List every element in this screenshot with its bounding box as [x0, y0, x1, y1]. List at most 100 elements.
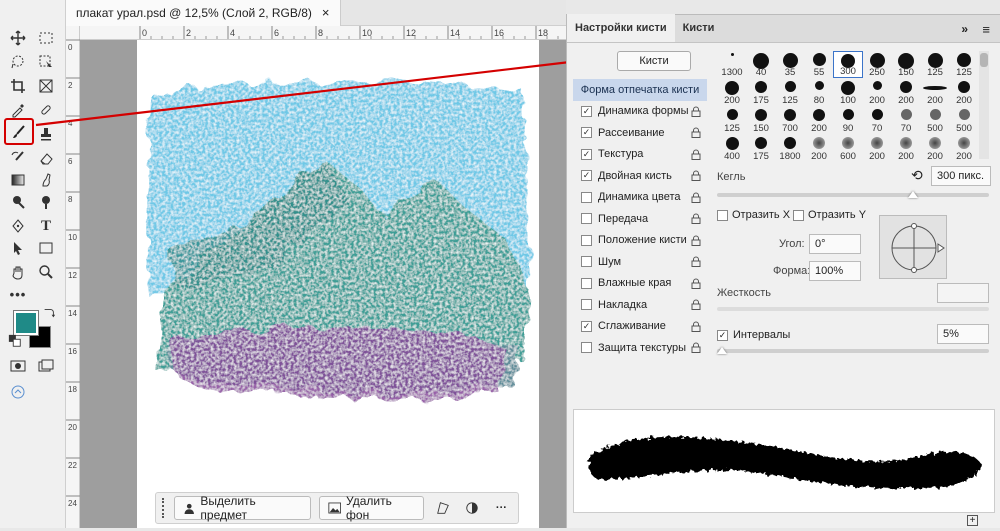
- select-subject-button[interactable]: Выделить предмет: [173, 494, 311, 522]
- brush-preset[interactable]: 40: [746, 51, 776, 78]
- brush-tip-grid[interactable]: 1300 40 35 55 300 250 150 125 125 200 175 125 80 100 2…: [717, 51, 979, 159]
- lock-icon[interactable]: [691, 106, 701, 117]
- tab-brushes[interactable]: Кисти: [675, 14, 723, 42]
- brush-preset[interactable]: 125: [775, 79, 805, 106]
- brush-preset[interactable]: 125: [949, 51, 979, 78]
- brush-preset[interactable]: 200: [862, 135, 892, 159]
- option-checkbox[interactable]: [581, 256, 592, 268]
- reset-size-icon[interactable]: ⟲: [911, 167, 923, 184]
- brush-preset[interactable]: 500: [920, 107, 950, 134]
- brush-preset[interactable]: 200: [862, 79, 892, 106]
- option-checkbox[interactable]: [581, 277, 592, 289]
- gradient-tool-icon[interactable]: [8, 170, 28, 190]
- history-brush-icon[interactable]: [8, 148, 28, 168]
- brush-preset[interactable]: 200: [804, 107, 834, 134]
- brush-preset[interactable]: 200: [804, 135, 834, 159]
- roundness-field[interactable]: 100%: [809, 261, 861, 281]
- spacing-slider-thumb[interactable]: [717, 347, 728, 354]
- brush-preset[interactable]: 200: [717, 79, 747, 106]
- brush-tip-shape-item[interactable]: Форма отпечатка кисти: [573, 79, 707, 101]
- option-checkbox[interactable]: ✓: [581, 105, 592, 117]
- close-icon[interactable]: ×: [322, 5, 330, 20]
- brush-preset[interactable]: 70: [862, 107, 892, 134]
- angle-field[interactable]: 0°: [809, 234, 861, 254]
- new-brush-icon[interactable]: +: [967, 515, 978, 526]
- brush-option-item[interactable]: ✓ Рассеивание: [573, 122, 707, 144]
- panel-menu-icon[interactable]: ≡: [982, 22, 990, 37]
- angle-roundness-widget[interactable]: [879, 215, 947, 279]
- hardness-field[interactable]: [937, 283, 989, 303]
- brush-preset[interactable]: 1300: [717, 51, 747, 78]
- brush-preset[interactable]: 600: [833, 135, 863, 159]
- flip-y-checkbox[interactable]: [793, 209, 804, 221]
- move-tool-icon[interactable]: [8, 28, 28, 48]
- brush-preset[interactable]: 90: [833, 107, 863, 134]
- adjustment-icon[interactable]: [462, 497, 483, 519]
- lock-icon[interactable]: [691, 342, 701, 353]
- healing-brush-icon[interactable]: [36, 100, 56, 120]
- flip-x-checkbox[interactable]: [717, 209, 728, 221]
- stamp-tool-icon[interactable]: [36, 124, 56, 144]
- type-tool-icon[interactable]: T: [36, 216, 56, 236]
- brush-option-item[interactable]: Динамика цвета: [573, 187, 707, 209]
- marquee-tool-icon[interactable]: [36, 28, 56, 48]
- brush-tool-icon[interactable]: [9, 122, 29, 142]
- document-canvas[interactable]: [137, 40, 539, 528]
- zoom-tool-icon[interactable]: [36, 262, 56, 282]
- brush-preset[interactable]: 175: [746, 79, 776, 106]
- flip-y-option[interactable]: Отразить Y: [793, 209, 866, 221]
- smudge-tool-icon[interactable]: [36, 170, 56, 190]
- size-slider-thumb[interactable]: [907, 191, 918, 198]
- pen-tool-icon[interactable]: [8, 216, 28, 236]
- brush-option-item[interactable]: ✓ Двойная кисть: [573, 165, 707, 187]
- brush-option-item[interactable]: ✓ Сглаживание: [573, 316, 707, 338]
- more-tools-icon[interactable]: •••: [8, 284, 28, 304]
- remove-background-button[interactable]: Удалить фон: [318, 494, 425, 522]
- brush-preset[interactable]: 200: [949, 79, 979, 106]
- option-checkbox[interactable]: [581, 342, 592, 354]
- brush-option-item[interactable]: Влажные края: [573, 273, 707, 295]
- swap-colors-icon[interactable]: [42, 306, 56, 320]
- hand-tool-icon[interactable]: [8, 262, 28, 282]
- lock-icon[interactable]: [691, 213, 701, 224]
- brush-preset[interactable]: 80: [804, 79, 834, 106]
- brush-preset[interactable]: 200: [920, 79, 950, 106]
- path-selection-icon[interactable]: [8, 238, 28, 258]
- lock-icon[interactable]: [691, 256, 701, 267]
- screen-mode-icon[interactable]: [36, 356, 56, 376]
- more-options-icon[interactable]: ···: [491, 497, 512, 519]
- brush-option-item[interactable]: Передача: [573, 208, 707, 230]
- frame-tool-icon[interactable]: [36, 76, 56, 96]
- quick-mask-icon[interactable]: [8, 356, 28, 376]
- lock-icon[interactable]: [691, 321, 701, 332]
- lock-icon[interactable]: [691, 170, 701, 181]
- option-checkbox[interactable]: [581, 213, 592, 225]
- brush-option-item[interactable]: Защита текстуры: [573, 337, 707, 359]
- lock-icon[interactable]: [691, 235, 701, 246]
- size-field[interactable]: 300 пикс.: [931, 166, 991, 186]
- spacing-field[interactable]: 5%: [937, 324, 989, 344]
- option-checkbox[interactable]: ✓: [581, 127, 592, 139]
- flip-x-option[interactable]: Отразить X: [717, 209, 790, 221]
- brush-preset[interactable]: 1800: [775, 135, 805, 159]
- brush-preset[interactable]: 200: [949, 135, 979, 159]
- brush-option-item[interactable]: ✓ Динамика формы: [573, 101, 707, 123]
- brush-preset[interactable]: 200: [920, 135, 950, 159]
- hardness-slider[interactable]: [717, 307, 989, 311]
- default-colors-icon[interactable]: [8, 334, 22, 348]
- brush-preset[interactable]: 150: [891, 51, 921, 78]
- spacing-slider[interactable]: [717, 347, 989, 354]
- lock-icon[interactable]: [691, 278, 701, 289]
- rectangle-tool-icon[interactable]: [36, 238, 56, 258]
- brush-preset[interactable]: 55: [804, 51, 834, 78]
- lock-icon[interactable]: [691, 127, 701, 138]
- brush-preset[interactable]: 200: [891, 79, 921, 106]
- brush-preset[interactable]: 200: [891, 135, 921, 159]
- brush-grid-scrollbar[interactable]: [979, 51, 989, 159]
- spacing-checkbox[interactable]: ✓: [717, 329, 728, 341]
- option-checkbox[interactable]: [581, 234, 592, 246]
- brush-preset[interactable]: 250: [862, 51, 892, 78]
- option-checkbox[interactable]: [581, 299, 592, 311]
- brush-preset[interactable]: 35: [775, 51, 805, 78]
- lock-icon[interactable]: [691, 192, 701, 203]
